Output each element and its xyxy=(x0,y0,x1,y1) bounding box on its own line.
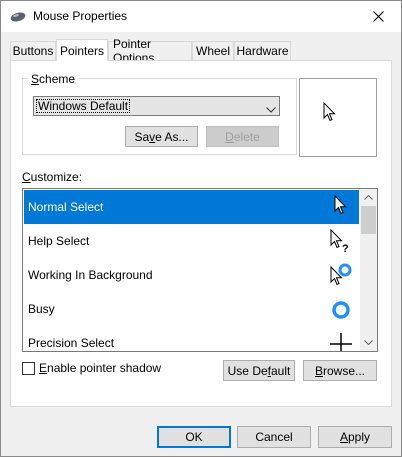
apply-label: Apply xyxy=(339,430,371,444)
busy-cursor-icon xyxy=(332,301,350,319)
save-as-label: Save As... xyxy=(134,129,189,144)
window-title: Mouse Properties xyxy=(33,9,128,23)
pointer-preview xyxy=(299,78,377,157)
enable-pointer-shadow-checkbox[interactable] xyxy=(22,362,35,375)
browse-label: Browse... xyxy=(314,363,366,378)
pointers-tab-panel: Scheme Windows Default Save As... Delete… xyxy=(10,60,392,407)
ok-button[interactable]: OK xyxy=(157,426,231,448)
tab-pointer-options[interactable]: Pointer Options xyxy=(108,37,192,65)
chevron-up-icon xyxy=(364,195,373,200)
cancel-label: Cancel xyxy=(255,430,293,444)
list-item-precision-select[interactable]: Precision Select xyxy=(24,326,359,351)
scroll-down-button[interactable] xyxy=(360,334,377,351)
list-item-label: Normal Select xyxy=(28,200,104,214)
mouse-icon xyxy=(10,11,26,25)
tab-label: Wheel xyxy=(196,44,231,58)
close-icon xyxy=(372,11,384,22)
delete-label: Delete xyxy=(225,129,260,144)
scheme-select[interactable]: Windows Default xyxy=(33,96,280,116)
scroll-up-button[interactable] xyxy=(360,189,377,206)
tab-wheel[interactable]: Wheel xyxy=(192,41,234,60)
tab-buttons[interactable]: Buttons xyxy=(10,41,56,60)
scheme-label: Scheme xyxy=(28,72,79,86)
save-as-button[interactable]: Save As... xyxy=(125,126,198,147)
list-item-busy[interactable]: Busy xyxy=(24,292,359,326)
chevron-down-icon xyxy=(266,102,276,116)
delete-button[interactable]: Delete xyxy=(206,126,279,147)
list-item-help-select[interactable]: Help Select ? xyxy=(24,224,359,258)
chevron-down-icon xyxy=(364,340,373,345)
help-cursor-icon: ? xyxy=(330,228,349,255)
ok-label: OK xyxy=(185,430,203,444)
arrow-cursor-icon xyxy=(323,102,336,122)
scrollbar-thumb[interactable] xyxy=(361,206,376,234)
customize-label: Customize: xyxy=(22,170,83,184)
crosshair-cursor-icon xyxy=(330,333,352,351)
tab-hardware[interactable]: Hardware xyxy=(234,41,291,60)
apply-button[interactable]: Apply xyxy=(318,426,392,448)
use-default-button[interactable]: Use Default xyxy=(223,360,295,381)
arrow-cursor-icon xyxy=(334,194,347,215)
tab-pointers[interactable]: Pointers xyxy=(56,39,108,61)
list-item-label: Working In Background xyxy=(28,268,153,282)
list-item-normal-select[interactable]: Normal Select xyxy=(24,190,359,224)
enable-pointer-shadow-label: Enable pointer shadow xyxy=(39,361,162,375)
tab-label: Hardware xyxy=(236,44,289,58)
tab-label: Pointers xyxy=(59,43,105,58)
scheme-selected-value: Windows Default xyxy=(36,99,131,113)
working-cursor-icon xyxy=(330,263,352,286)
svg-text:?: ? xyxy=(342,243,349,255)
list-item-label: Busy xyxy=(28,302,55,316)
list-item-working-in-background[interactable]: Working In Background xyxy=(24,258,359,292)
close-button[interactable] xyxy=(355,1,401,32)
cursor-listbox[interactable]: Normal Select Help Select ? Working In B… xyxy=(22,188,378,352)
browse-button[interactable]: Browse... xyxy=(303,360,377,381)
tab-label: Buttons xyxy=(12,44,54,58)
vertical-scrollbar[interactable] xyxy=(360,189,377,351)
title-bar: Mouse Properties xyxy=(1,1,401,32)
mouse-properties-dialog: Mouse Properties Buttons Pointers Pointe… xyxy=(0,0,402,457)
list-item-label: Precision Select xyxy=(28,336,115,350)
cancel-button[interactable]: Cancel xyxy=(237,426,311,448)
list-item-label: Help Select xyxy=(28,234,90,248)
use-default-label: Use Default xyxy=(227,363,291,378)
